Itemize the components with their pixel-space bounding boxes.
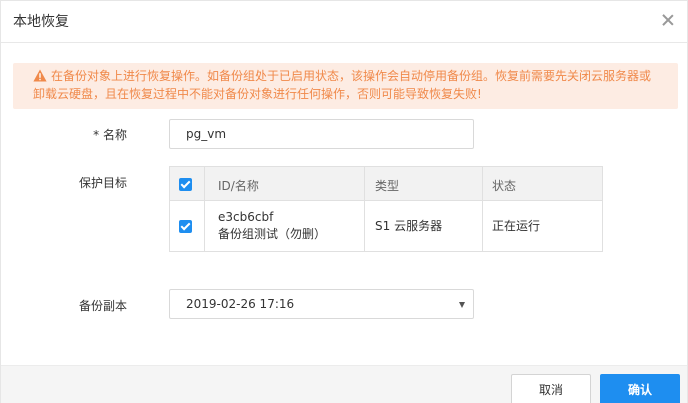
- caret-down-icon: [459, 302, 465, 308]
- table-header: ID/名称 类型 状态: [170, 167, 602, 201]
- restore-dialog: 本地恢复 在备份对象上进行恢复操作。如备份组处于已启用状态，该操作会自动停用备份…: [0, 0, 688, 403]
- cancel-button[interactable]: 取消: [511, 374, 591, 403]
- warning-text-line2: 卸载云硬盘，且在恢复过程中不能对备份对象进行任何操作，否则可能导致恢复失败!: [33, 87, 482, 101]
- warning-text-line1: 在备份对象上进行恢复操作。如备份组处于已启用状态，该操作会自动停用备份组。恢复前…: [51, 69, 652, 83]
- row-name: 备份组测试（勿删）: [218, 227, 327, 241]
- backup-copy-select[interactable]: 2019-02-26 17:16: [169, 289, 474, 319]
- protection-target-table: ID/名称 类型 状态 e3cb6cbf 备份组测试（勿删） S1 云服务器 正…: [169, 166, 603, 252]
- row-checkbox[interactable]: [179, 220, 192, 233]
- row-type: S1 云服务器: [375, 219, 443, 233]
- select-all-checkbox[interactable]: [179, 178, 192, 191]
- name-label: * 名称: [93, 128, 127, 142]
- dialog-title: 本地恢复: [13, 14, 69, 30]
- column-divider: [364, 167, 365, 201]
- warning-icon: [33, 69, 47, 82]
- confirm-button[interactable]: 确认: [600, 374, 680, 403]
- dialog-footer: 取消 确认: [1, 365, 687, 403]
- header-id-name: ID/名称: [218, 179, 259, 193]
- close-icon[interactable]: [661, 13, 675, 27]
- backup-copy-value: 2019-02-26 17:16: [186, 297, 295, 311]
- dialog-header: 本地恢复: [1, 1, 687, 43]
- column-divider: [364, 201, 365, 251]
- column-divider: [204, 167, 205, 201]
- row-status: 正在运行: [492, 219, 541, 233]
- column-divider: [482, 201, 483, 251]
- protection-target-label: 保护目标: [78, 176, 127, 190]
- row-id: e3cb6cbf: [218, 210, 274, 224]
- table-row[interactable]: e3cb6cbf 备份组测试（勿删） S1 云服务器 正在运行: [170, 201, 602, 251]
- header-status: 状态: [492, 179, 517, 193]
- header-type: 类型: [375, 179, 400, 193]
- column-divider: [204, 201, 205, 251]
- column-divider: [482, 167, 483, 201]
- name-input[interactable]: [169, 119, 474, 149]
- backup-copy-label: 备份副本: [78, 299, 127, 313]
- warning-banner: 在备份对象上进行恢复操作。如备份组处于已启用状态，该操作会自动停用备份组。恢复前…: [13, 63, 678, 109]
